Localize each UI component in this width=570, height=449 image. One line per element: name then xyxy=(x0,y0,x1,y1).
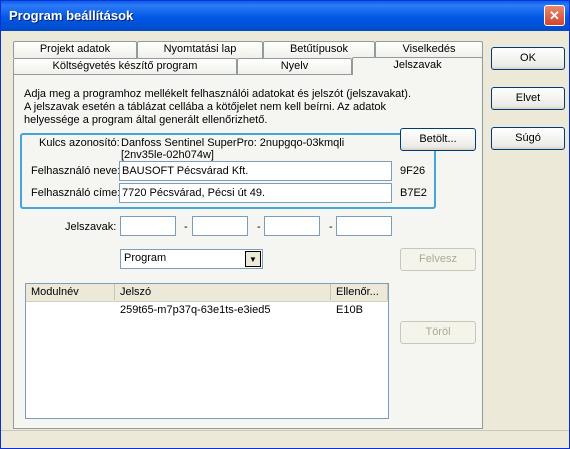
tab-jelszavak[interactable]: Jelszavak xyxy=(352,57,483,75)
program-settings-dialog: Program beállítások ✕ Projekt adatok Nyo… xyxy=(0,0,570,449)
passwords-label: Jelszavak: xyxy=(65,221,117,233)
user-name-field[interactable]: BAUSOFT Pécsvárad Kft. xyxy=(119,161,392,181)
password-part-2[interactable] xyxy=(192,216,248,236)
user-address-check: B7E2 xyxy=(400,187,427,199)
chevron-down-icon[interactable]: ▼ xyxy=(245,251,261,267)
module-select[interactable]: Program ▼ xyxy=(120,249,263,269)
table-row-password[interactable]: 259t65-m7p37q-63e1ts-e3ied5 xyxy=(120,304,270,316)
key-id-value-2: [2nv35le-02h074w] xyxy=(121,149,214,161)
password-table[interactable]: Modulnév Jelszó Ellenőr... 259t65-m7p37q… xyxy=(25,283,389,419)
key-id-label: Kulcs azonosító: xyxy=(39,137,120,149)
intro-line-2: A jelszavak esetén a táblázat cellába a … xyxy=(24,101,386,113)
ok-button[interactable]: OK xyxy=(491,47,565,70)
cancel-button[interactable]: Elvet xyxy=(491,87,565,110)
password-part-1[interactable] xyxy=(120,216,176,236)
password-separator-3: - xyxy=(329,221,333,233)
user-address-field[interactable]: 7720 Pécsvárad, Pécsi út 49. xyxy=(119,183,392,203)
load-button[interactable]: Betölt... xyxy=(400,128,476,151)
key-id-value: Danfoss Sentinel SuperPro: 2nupgqo-03kmq… xyxy=(121,137,345,149)
password-part-3[interactable] xyxy=(264,216,320,236)
intro-line-1: Adja meg a programhoz mellékelt felhaszn… xyxy=(24,88,412,100)
help-button[interactable]: Súgó xyxy=(491,127,565,150)
add-button[interactable]: Felvesz xyxy=(400,248,476,271)
tab-koltsegvetes[interactable]: Költségvetés készítő program xyxy=(13,58,237,75)
window-title: Program beállítások xyxy=(9,8,134,23)
status-bar xyxy=(1,430,569,449)
tab-nyelv[interactable]: Nyelv xyxy=(237,58,352,75)
tab-projekt-adatok[interactable]: Projekt adatok xyxy=(13,41,137,58)
password-separator-1: - xyxy=(184,221,188,233)
user-name-label: Felhasználó neve: xyxy=(31,165,121,177)
intro-line-3: helyessége a program által generált elle… xyxy=(24,114,268,126)
password-separator-2: - xyxy=(257,221,261,233)
user-name-check: 9F26 xyxy=(400,165,426,177)
table-row-check: E10B xyxy=(336,304,363,316)
tab-nyomtatasi-lap[interactable]: Nyomtatási lap xyxy=(137,41,263,58)
close-icon: ✕ xyxy=(549,8,560,23)
user-address-label: Felhasználó címe: xyxy=(31,187,121,199)
col-header-ellenorzo[interactable]: Ellenőr... xyxy=(331,284,388,300)
col-header-jelszo[interactable]: Jelszó xyxy=(115,284,331,300)
title-bar: Program beállítások ✕ xyxy=(1,1,569,31)
tab-viselkedes[interactable]: Viselkedés xyxy=(375,41,483,58)
close-button[interactable]: ✕ xyxy=(544,5,565,26)
table-header: Modulnév Jelszó Ellenőr... xyxy=(26,284,388,302)
col-header-modulnev[interactable]: Modulnév xyxy=(26,284,115,300)
password-part-4[interactable] xyxy=(336,216,392,236)
tab-betutipusok[interactable]: Betűtípusok xyxy=(263,41,375,58)
delete-button[interactable]: Töröl xyxy=(400,321,476,344)
module-select-value: Program xyxy=(124,252,167,264)
